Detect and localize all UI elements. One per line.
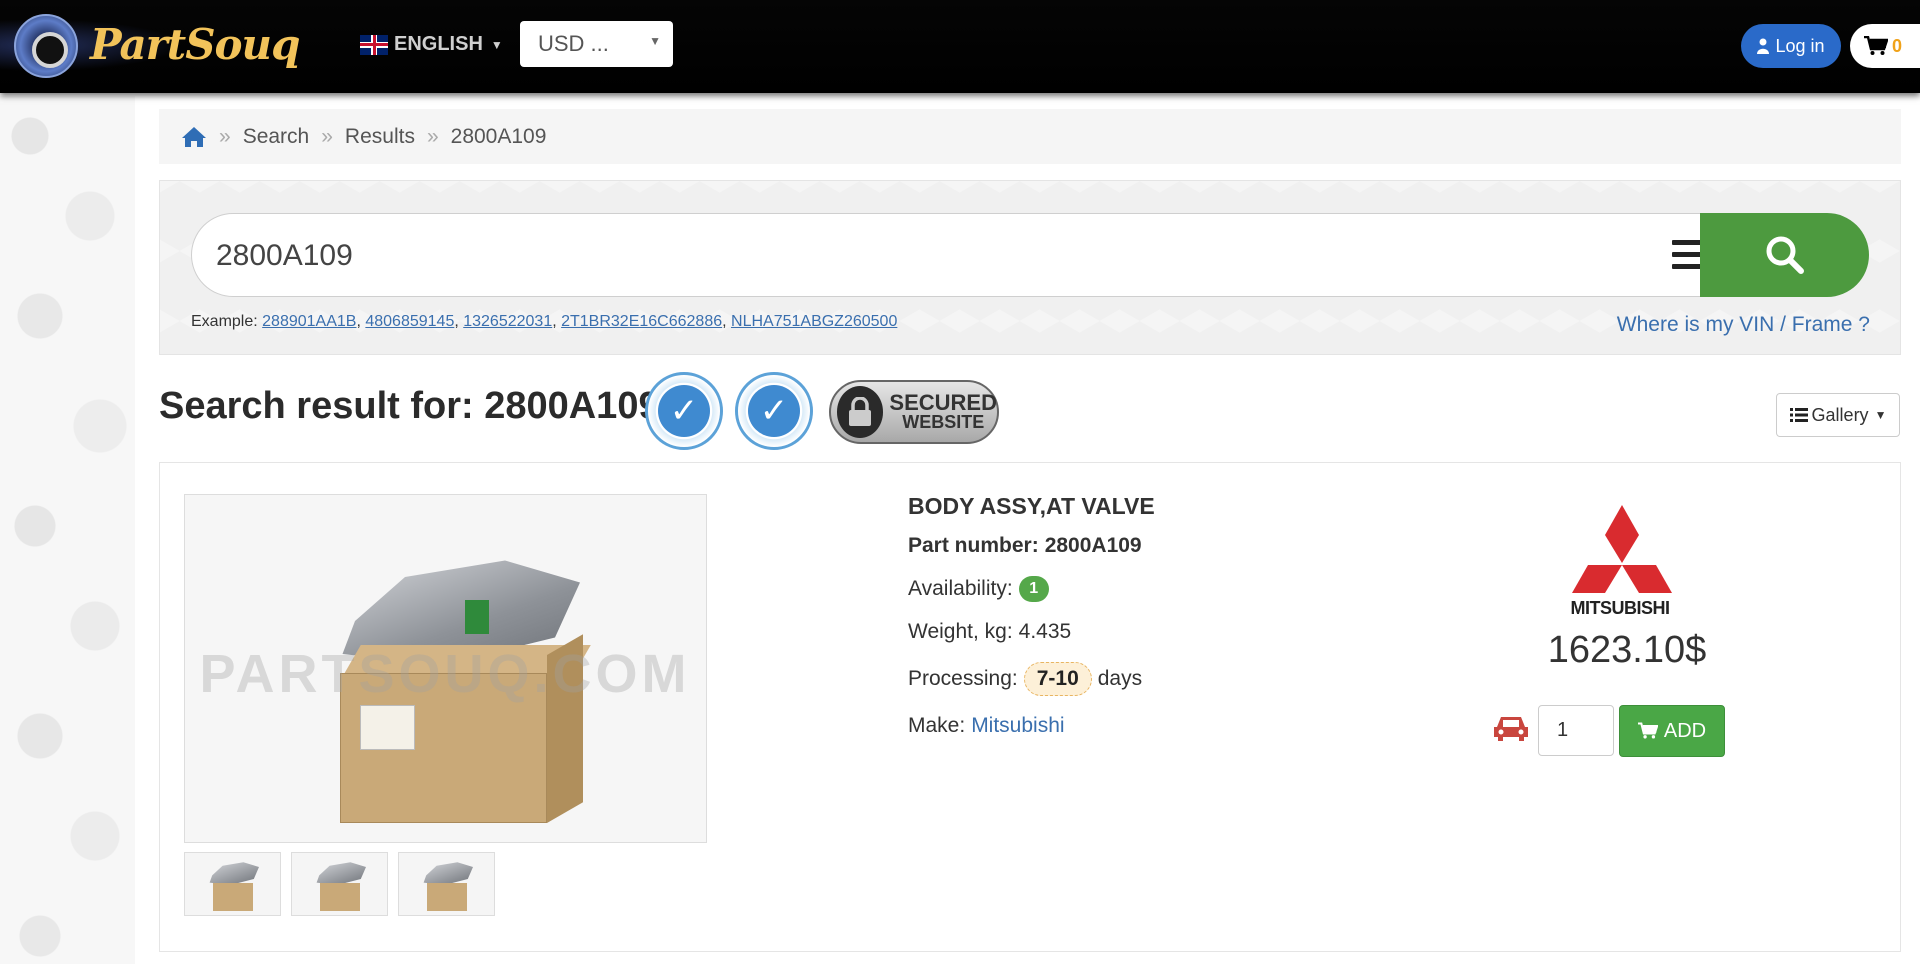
breadcrumb-current: 2800A109 xyxy=(450,124,547,148)
site-logo[interactable]: PartSouq xyxy=(90,20,300,69)
breadcrumb-search[interactable]: Search xyxy=(243,125,310,149)
secured-website-badge: SECURED WEBSITE xyxy=(829,380,999,444)
dropdown-arrow-icon: ▼ xyxy=(649,34,661,48)
search-icon xyxy=(1766,236,1804,274)
quantity-input[interactable] xyxy=(1538,705,1614,756)
example-link[interactable]: 288901AA1B xyxy=(262,313,356,330)
processing-badge: 7-10 xyxy=(1023,662,1092,696)
low-price-badge-icon: ✓ xyxy=(645,372,723,450)
part-number-value: 2800A109 xyxy=(1044,534,1142,557)
car-icon[interactable] xyxy=(1492,713,1530,743)
user-icon xyxy=(1757,38,1770,54)
availability-badge: 1 xyxy=(1018,576,1049,602)
breadcrumb-separator: » xyxy=(426,124,439,148)
product-card: PARTSOUQ.COM BODY ASSY,AT VALVE Part num… xyxy=(159,462,1901,952)
breadcrumb-separator: » xyxy=(321,124,333,148)
product-thumbnail[interactable] xyxy=(398,852,495,916)
search-panel: Example: 288901AA1B, 4806859145, 1326522… xyxy=(159,180,1901,355)
website-label: WEBSITE xyxy=(902,411,985,432)
decorative-background xyxy=(0,96,135,964)
add-label: ADD xyxy=(1663,719,1707,742)
currency-select[interactable]: USD ... ▼ xyxy=(520,21,673,67)
cart-icon xyxy=(1864,36,1888,55)
example-link[interactable]: 4806859145 xyxy=(365,313,454,330)
top-header: PartSouq ENGLISH ▼ USD ... ▼ Log in 0 xyxy=(0,0,1920,93)
brand-name: MITSUBISHI xyxy=(1570,598,1670,618)
view-mode-dropdown[interactable]: Gallery ▼ xyxy=(1776,393,1900,437)
chevron-down-icon: ▼ xyxy=(1874,408,1887,422)
lock-icon xyxy=(837,386,884,438)
search-box xyxy=(191,213,1712,297)
cart-icon xyxy=(1637,722,1658,739)
weight-value: 4.435 xyxy=(1018,620,1072,643)
chevron-down-icon: ▼ xyxy=(490,37,503,52)
view-mode-label: Gallery xyxy=(1811,404,1869,425)
availability-label: Availability: xyxy=(908,577,1013,600)
weight-label: Weight, kg: xyxy=(908,620,1013,643)
example-link[interactable]: NLHA751ABGZ260500 xyxy=(731,313,897,330)
login-button[interactable]: Log in xyxy=(1741,24,1841,68)
search-input[interactable] xyxy=(216,232,1516,280)
list-icon xyxy=(1789,408,1808,422)
secured-label: SECURED xyxy=(889,390,997,415)
currency-value: USD ... xyxy=(538,31,609,56)
cart-button[interactable]: 0 xyxy=(1850,24,1920,68)
make-label: Make: xyxy=(908,714,966,737)
product-details: BODY ASSY,AT VALVE Part number: 2800A109… xyxy=(908,493,1155,756)
vin-help-link[interactable]: Where is my VIN / Frame ? xyxy=(1617,313,1870,337)
search-result-title: Search result for: 2800A109 xyxy=(159,385,660,427)
product-main-image[interactable]: PARTSOUQ.COM xyxy=(184,494,707,843)
breadcrumb: » Search » Results » 2800A109 xyxy=(159,109,1901,164)
product-thumbnail[interactable] xyxy=(291,852,388,916)
example-label: Example: xyxy=(191,313,258,330)
example-link[interactable]: 2T1BR32E16C662886 xyxy=(561,313,722,330)
image-watermark: PARTSOUQ.COM xyxy=(199,644,691,704)
uk-flag-icon xyxy=(360,34,388,55)
login-label: Log in xyxy=(1775,35,1825,56)
product-price: 1623.10$ xyxy=(1547,629,1707,671)
product-thumbnail[interactable] xyxy=(184,852,281,916)
breadcrumb-results[interactable]: Results xyxy=(345,125,415,149)
genuine-parts-badge-icon: ✓ xyxy=(735,372,813,450)
part-number-label: Part number: xyxy=(908,534,1039,557)
processing-label: Processing: xyxy=(908,667,1018,690)
language-label: ENGLISH xyxy=(394,33,483,55)
breadcrumb-separator: » xyxy=(219,124,231,148)
box-label xyxy=(360,705,415,750)
example-link[interactable]: 1326522031 xyxy=(463,313,552,330)
home-icon[interactable] xyxy=(181,126,207,148)
language-selector[interactable]: ENGLISH ▼ xyxy=(360,33,503,56)
product-name: BODY ASSY,AT VALVE xyxy=(908,493,1155,519)
valve-connector xyxy=(465,600,489,634)
cart-count: 0 xyxy=(1892,35,1903,56)
logo-badge-icon[interactable] xyxy=(14,14,78,78)
make-link[interactable]: Mitsubishi xyxy=(971,714,1064,738)
processing-unit: days xyxy=(1097,667,1143,690)
add-to-cart-button[interactable]: ADD xyxy=(1619,705,1725,757)
search-examples: Example: 288901AA1B, 4806859145, 1326522… xyxy=(191,313,898,330)
search-button[interactable] xyxy=(1700,213,1869,297)
